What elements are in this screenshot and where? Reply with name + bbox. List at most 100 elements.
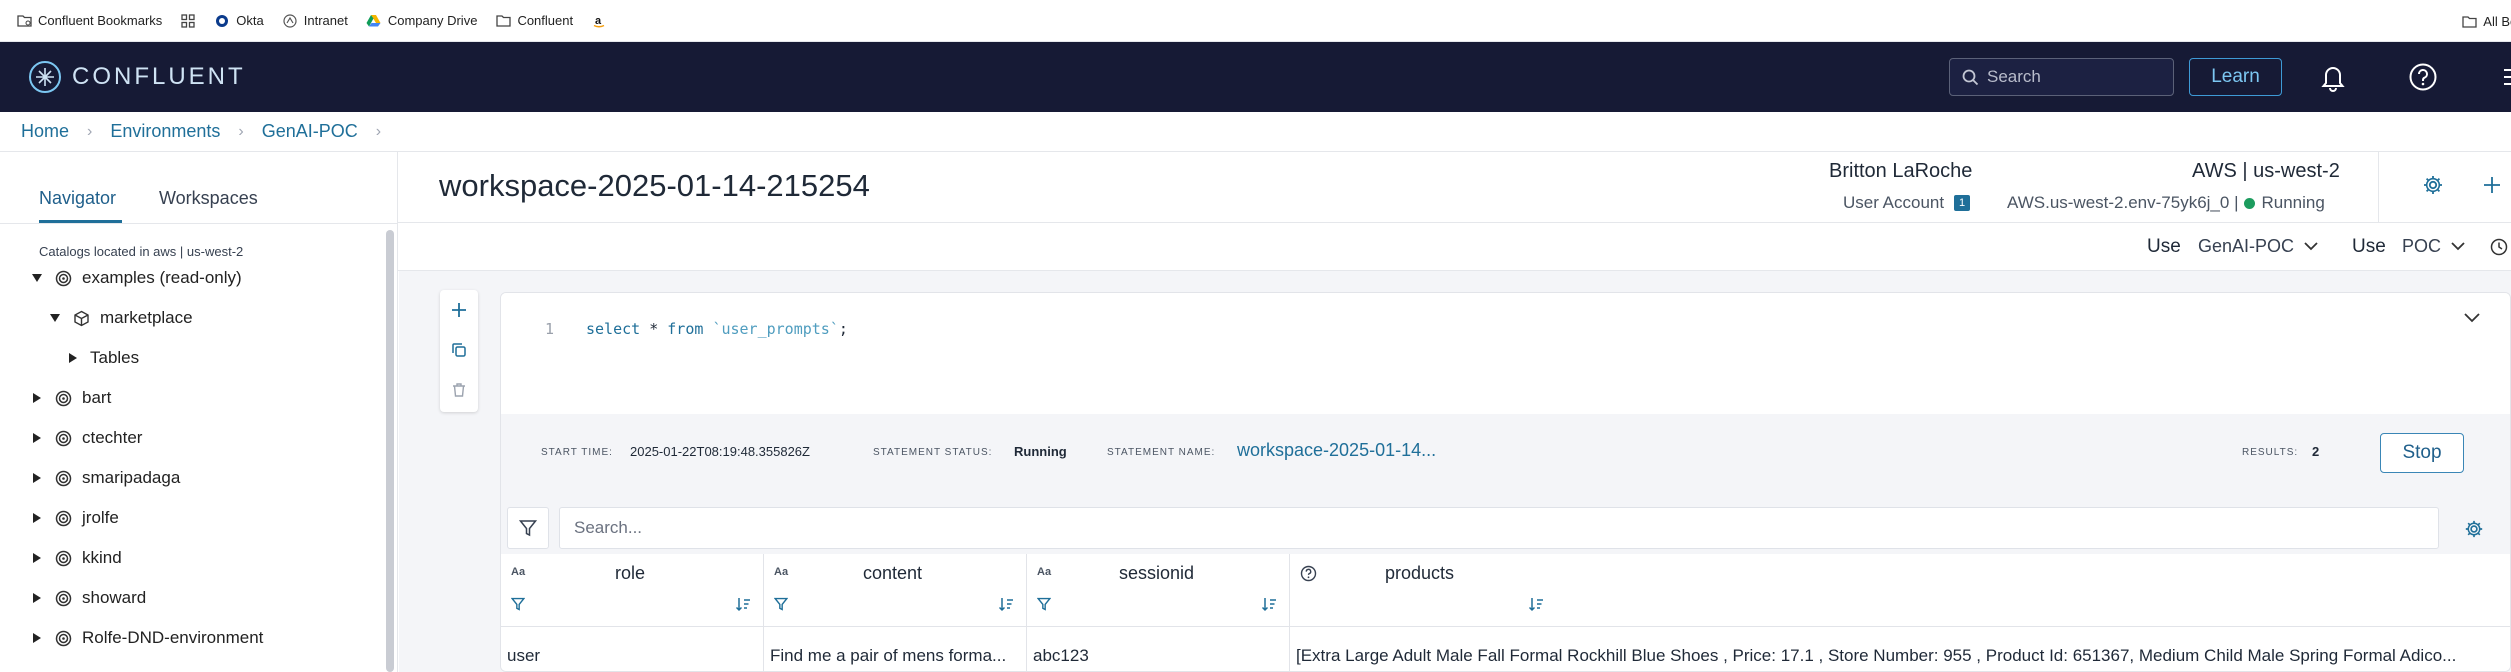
help-icon[interactable]: [2408, 62, 2438, 92]
tree-item-smaripadaga[interactable]: smaripadaga: [30, 464, 180, 492]
stop-button[interactable]: Stop: [2380, 433, 2464, 473]
tree-item-examples[interactable]: examples (read-only): [30, 264, 242, 292]
bookmark-company-drive[interactable]: Company Drive: [366, 13, 478, 29]
caret-right-icon[interactable]: [30, 511, 44, 525]
filter-icon[interactable]: [511, 597, 525, 611]
statement-name-link[interactable]: workspace-2025-01-14...: [1237, 440, 1436, 461]
bookmark-all-bookmarks[interactable]: All Book: [2462, 0, 2511, 42]
sort-icon[interactable]: [998, 596, 1014, 612]
chevron-right-icon: ›: [375, 122, 382, 140]
bookmark-label: Company Drive: [387, 13, 478, 28]
sort-icon[interactable]: [735, 596, 751, 612]
bookmark-amazon[interactable]: a: [591, 13, 607, 29]
catalog-icon: [54, 589, 72, 607]
results-count-label: RESULTS:: [2242, 447, 2299, 458]
menu-icon[interactable]: [2496, 62, 2511, 92]
sidebar: Navigator Workspaces Catalogs located in…: [0, 152, 398, 672]
environment-status: AWS.us-west-2.env-75yk6j_0 | Running: [2007, 193, 2325, 213]
table-cell[interactable]: Find me a pair of mens forma...: [770, 646, 1020, 666]
statement-name-label: STATEMENT NAME:: [1107, 447, 1216, 458]
sidebar-scrollbar[interactable]: [386, 230, 394, 672]
filter-icon[interactable]: [1037, 597, 1051, 611]
plus-icon[interactable]: [2483, 176, 2501, 194]
tab-workspaces[interactable]: Workspaces: [159, 188, 258, 209]
column-header[interactable]: sessionid: [1119, 563, 1194, 584]
caret-right-icon[interactable]: [30, 551, 44, 565]
code-editor[interactable]: 1 select * from `user_prompts`;: [501, 293, 2510, 413]
table-cell[interactable]: user: [507, 646, 757, 666]
filter-button[interactable]: [507, 507, 549, 549]
tree-item-showard[interactable]: showard: [30, 584, 146, 612]
tree-item-marketplace[interactable]: marketplace: [48, 304, 193, 332]
use-catalog-select[interactable]: GenAI-POC: [2198, 236, 2318, 257]
caret-right-icon[interactable]: [30, 591, 44, 605]
column-header[interactable]: content: [863, 563, 922, 584]
tree-item-ctechter[interactable]: ctechter: [30, 424, 142, 452]
delete-icon[interactable]: [449, 380, 469, 400]
cell-toolbar: [440, 290, 478, 412]
caret-right-icon[interactable]: [30, 631, 44, 645]
tree-label: marketplace: [100, 308, 193, 327]
okta-icon: [214, 13, 230, 29]
bell-icon[interactable]: [2318, 62, 2348, 92]
bookmark-confluent-bookmarks[interactable]: Confluent Bookmarks: [16, 13, 162, 29]
bookmark-okta[interactable]: Okta: [214, 13, 264, 29]
amazon-icon: a: [591, 13, 607, 29]
global-search[interactable]: [1949, 58, 2174, 96]
table-cell[interactable]: abc123: [1033, 646, 1283, 666]
bookmark-confluent[interactable]: Confluent: [495, 13, 573, 29]
use-database-select[interactable]: POC: [2402, 236, 2465, 257]
bookmark-intranet[interactable]: Intranet: [282, 13, 348, 29]
use-database-value: POC: [2402, 236, 2442, 256]
folder-icon: [16, 13, 32, 29]
caret-right-icon[interactable]: [30, 471, 44, 485]
chevron-down-icon[interactable]: [2464, 313, 2480, 323]
tree-label: ctechter: [82, 428, 143, 447]
code-token: *: [640, 320, 668, 338]
tree-item-jrolfe[interactable]: jrolfe: [30, 504, 119, 532]
sort-icon[interactable]: [1528, 596, 1544, 612]
bookmark-apps[interactable]: [180, 13, 196, 29]
unknown-type-icon: [1300, 565, 1317, 582]
breadcrumb: Home › Environments › GenAI-POC ›: [0, 112, 2511, 152]
start-time-value: 2025-01-22T08:19:48.355826Z: [630, 444, 810, 459]
results-search-input[interactable]: [559, 507, 2439, 549]
user-account-label: User Account: [1843, 193, 1945, 212]
catalog-icon: [54, 509, 72, 527]
breadcrumb-home[interactable]: Home: [21, 121, 69, 142]
tree-item-tables[interactable]: Tables: [66, 344, 139, 372]
caret-down-icon[interactable]: [30, 271, 44, 285]
tree-item-bart[interactable]: bart: [30, 384, 111, 412]
filter-icon[interactable]: [774, 597, 788, 611]
caret-right-icon[interactable]: [66, 351, 80, 365]
divider: [2378, 152, 2379, 222]
duplicate-icon[interactable]: [449, 340, 469, 360]
search-input[interactable]: [1987, 67, 2157, 87]
code-line[interactable]: select * from `user_prompts`;: [586, 320, 848, 338]
table-cell[interactable]: [Extra Large Adult Male Fall Formal Rock…: [1296, 646, 2506, 666]
apps-grid-icon: [180, 13, 196, 29]
clock-icon[interactable]: [2490, 238, 2508, 256]
caret-right-icon[interactable]: [30, 391, 44, 405]
tree-item-rolfe-dnd-environment[interactable]: Rolfe-DND-environment: [30, 624, 263, 652]
tree-label: kkind: [82, 548, 122, 567]
add-cell-icon[interactable]: [449, 300, 469, 320]
gear-icon[interactable]: [2464, 519, 2484, 539]
bookmark-label: Okta: [236, 13, 264, 28]
tree-label: jrolfe: [82, 508, 119, 527]
brand-name: CONFLUENT: [72, 63, 246, 90]
tab-navigator[interactable]: Navigator: [39, 188, 116, 209]
catalog-icon: [54, 629, 72, 647]
tree-item-kkind[interactable]: kkind: [30, 544, 122, 572]
confluent-logo[interactable]: CONFLUENT: [28, 60, 246, 94]
breadcrumb-environments[interactable]: Environments: [110, 121, 220, 142]
tree-label: showard: [82, 588, 147, 607]
gear-icon[interactable]: [2422, 174, 2444, 196]
column-header[interactable]: role: [615, 563, 645, 584]
sort-icon[interactable]: [1261, 596, 1277, 612]
breadcrumb-genai-poc[interactable]: GenAI-POC: [262, 121, 358, 142]
learn-button[interactable]: Learn: [2189, 58, 2282, 96]
caret-down-icon[interactable]: [48, 311, 62, 325]
caret-right-icon[interactable]: [30, 431, 44, 445]
column-header[interactable]: products: [1385, 563, 1454, 584]
